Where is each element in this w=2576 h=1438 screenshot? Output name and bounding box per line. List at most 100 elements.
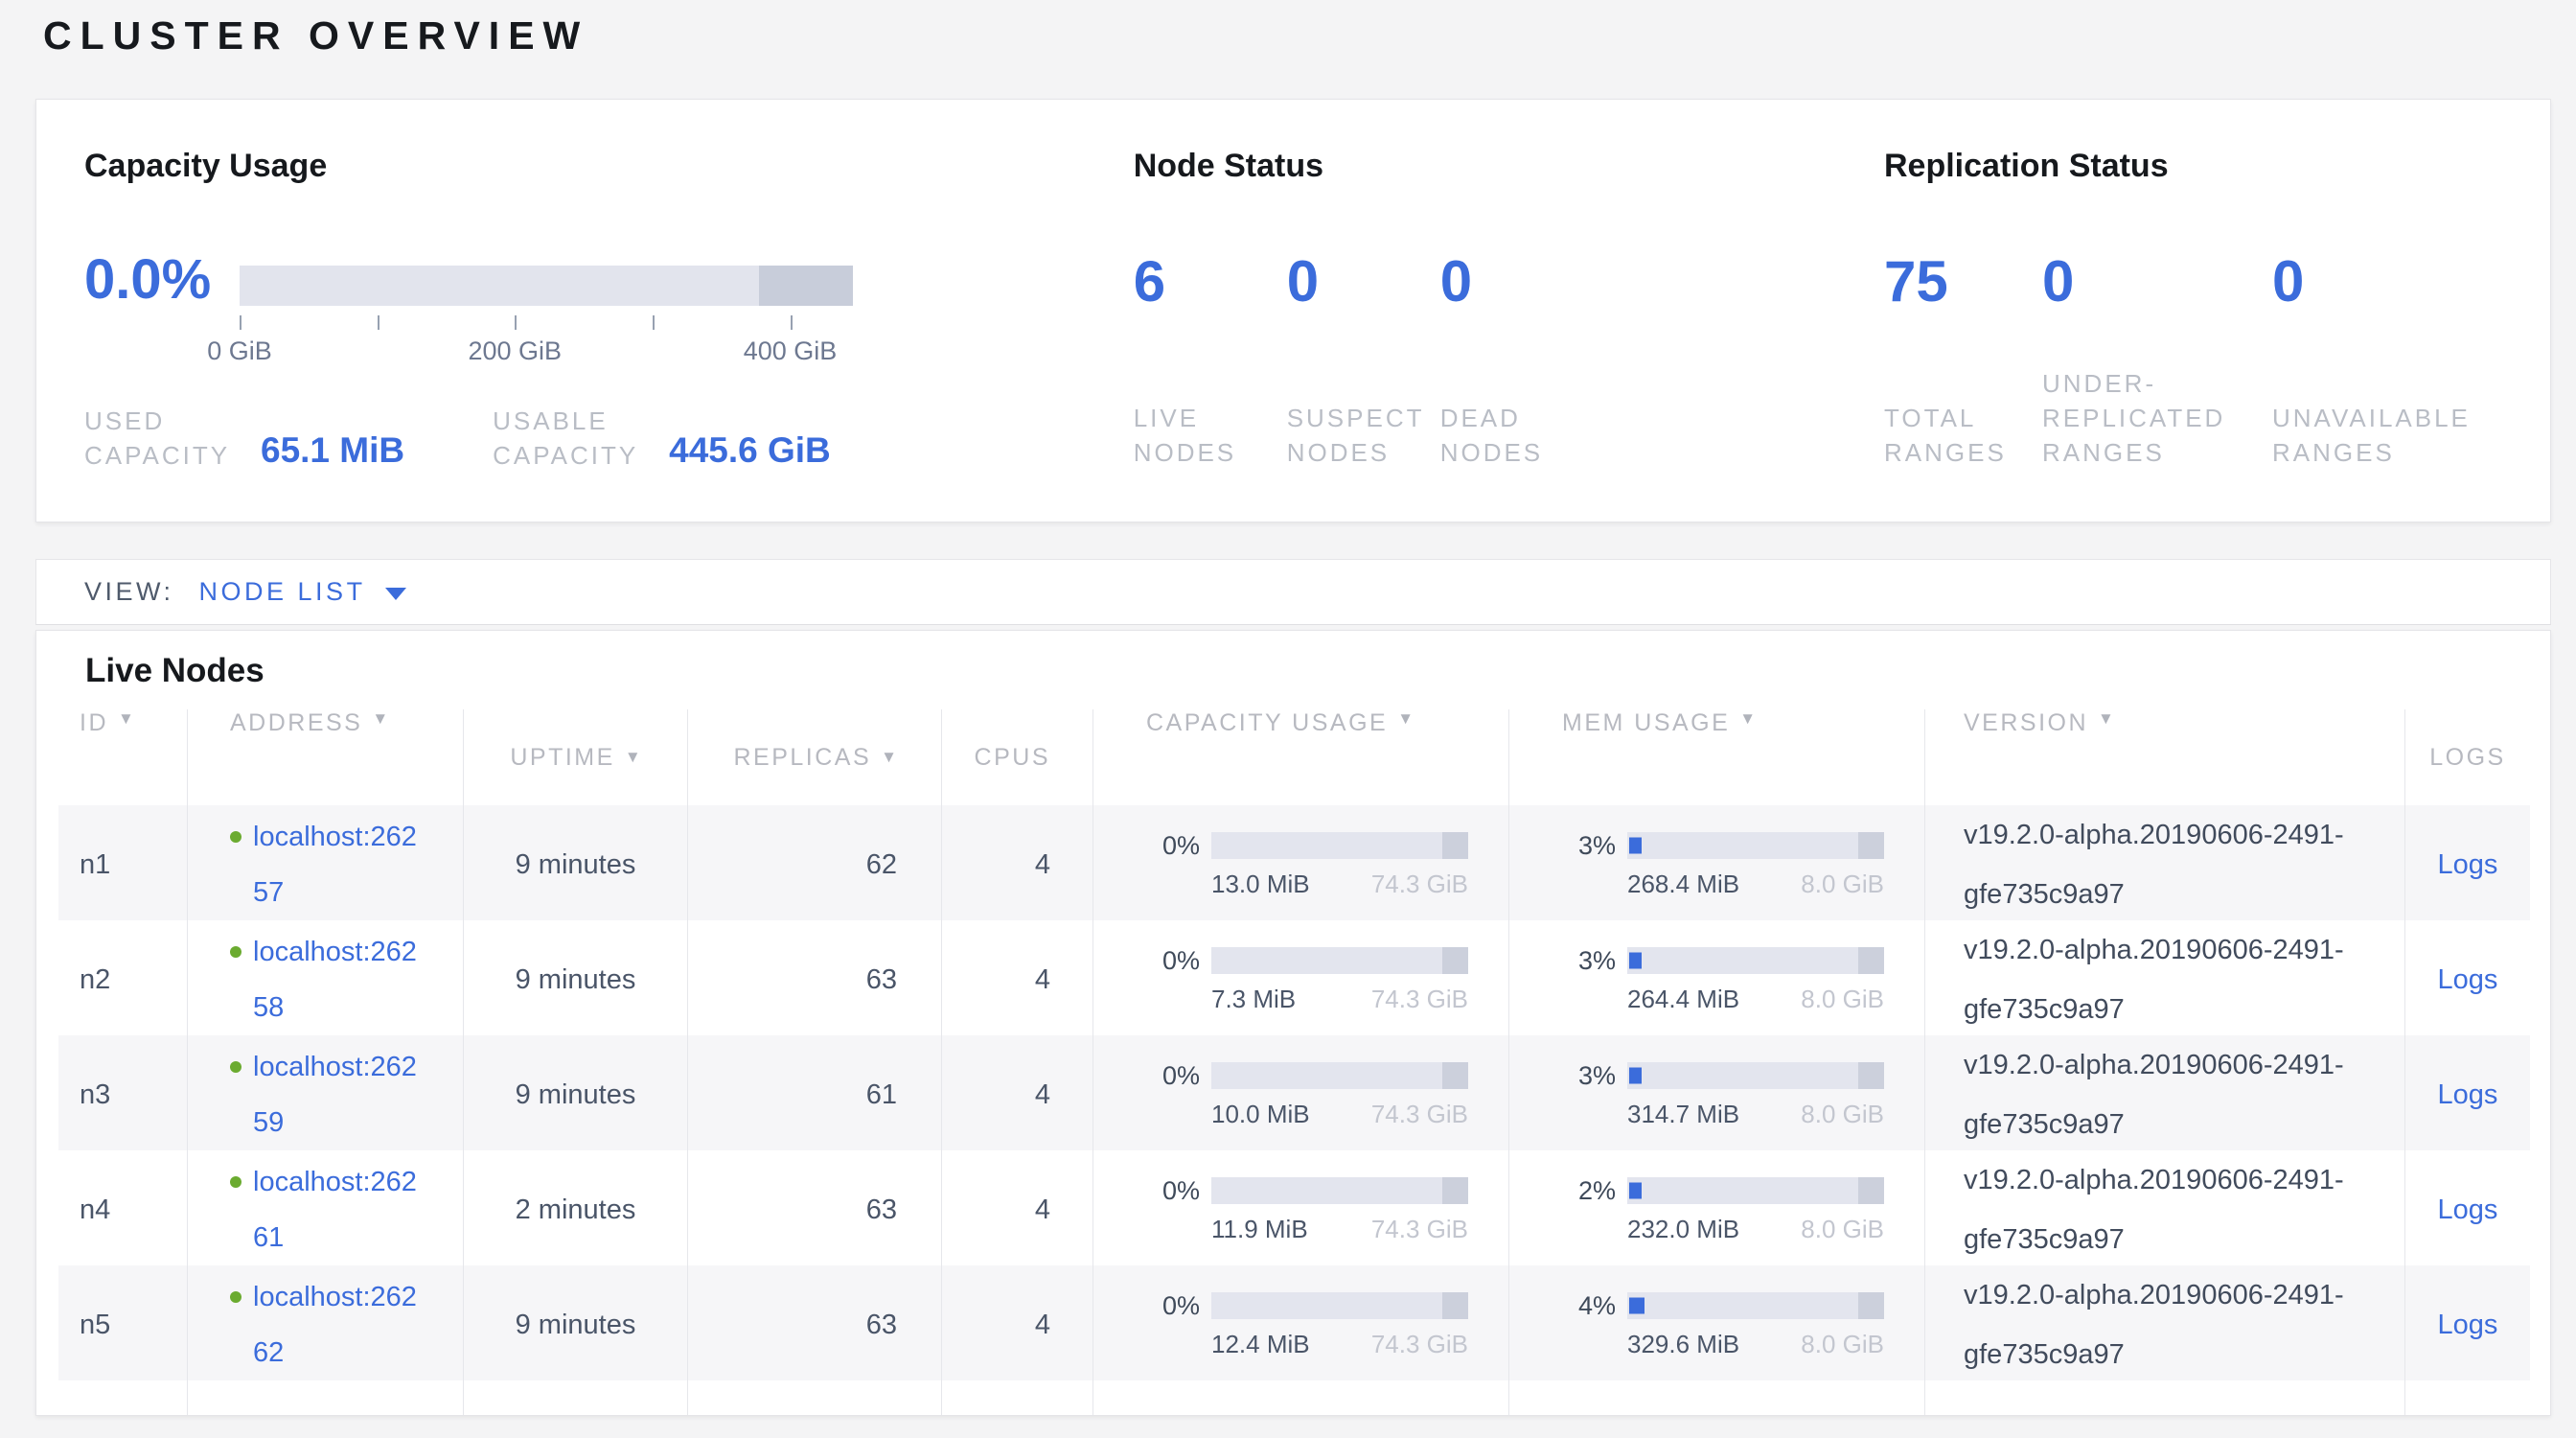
capacity-usage-cell: 0% 7.3 MiB74.3 GiB [1093, 920, 1509, 1039]
node-cpus: 4 [1035, 961, 1050, 999]
col-header-capacity-usage[interactable]: CAPACITY USAGE▼ [1093, 709, 1509, 805]
capacity-usage-cell: 0% 10.0 MiB74.3 GiB [1093, 1035, 1509, 1154]
node-address-link[interactable]: localhost:26259 [253, 1039, 426, 1150]
capacity-usage-bar [1211, 832, 1468, 859]
dead-nodes-label: DEAD NODES [1440, 401, 1594, 470]
mem-usage-cell: 3% 314.7 MiB8.0 GiB [1509, 1035, 1925, 1154]
page-title: CLUSTER OVERVIEW [43, 13, 588, 58]
node-status-title: Node Status [1134, 144, 1884, 188]
mem-usage-cell: 3% 268.4 MiB8.0 GiB [1509, 805, 1925, 924]
node-cpus: 4 [1035, 1306, 1050, 1344]
capacity-usage-section: Capacity Usage 0.0% 0 GiB 200 GiB 400 Gi… [84, 144, 1134, 477]
table-row-partial [58, 1380, 2530, 1415]
col-header-version[interactable]: VERSION▼ [1925, 709, 2405, 805]
node-live-dot-icon [230, 946, 242, 958]
col-header-logs: LOGS [2405, 709, 2530, 805]
logs-link[interactable]: Logs [2438, 1310, 2498, 1341]
node-live-dot-icon [230, 831, 242, 843]
live-nodes-value: 6 [1134, 251, 1287, 313]
node-replicas: 63 [866, 1306, 897, 1344]
node-uptime: 9 minutes [516, 846, 636, 884]
usable-capacity-label: USABLE CAPACITY [493, 404, 657, 473]
dead-nodes-stat: 0 DEAD NODES [1440, 251, 1594, 470]
live-nodes-table: ID▼ ADDRESS▼ UPTIME▼ REPLICAS▼ CPUS CAPA… [58, 709, 2530, 1415]
node-replicas: 63 [866, 1191, 897, 1229]
node-uptime: 9 minutes [516, 1306, 636, 1344]
table-row: n3 localhost:26259 9 minutes 61 4 0% 10.… [58, 1035, 2530, 1150]
capacity-gauge-bar [240, 266, 853, 306]
sort-arrow-icon: ▼ [1397, 709, 1414, 805]
node-version: v19.2.0-alpha.20190606-2491-gfe735c9a97 [1964, 920, 2358, 1039]
mem-usage-bar [1627, 1062, 1884, 1089]
capacity-usage-title: Capacity Usage [84, 144, 1134, 188]
under-replicated-ranges-stat: 0 UNDER-REPLICATED RANGES [2042, 251, 2272, 470]
col-header-id[interactable]: ID▼ [58, 709, 188, 805]
node-cpus: 4 [1035, 1076, 1050, 1114]
table-row: n5 localhost:26262 9 minutes 63 4 0% 12.… [58, 1265, 2530, 1380]
view-label: VIEW: [84, 577, 174, 607]
table-header-row: ID▼ ADDRESS▼ UPTIME▼ REPLICAS▼ CPUS CAPA… [58, 709, 2530, 805]
unavailable-ranges-value: 0 [2272, 251, 2502, 313]
view-selected-value: NODE LIST [199, 577, 366, 607]
used-capacity-label: USED CAPACITY [84, 404, 249, 473]
view-bar: VIEW: NODE LIST [35, 559, 2551, 625]
total-ranges-stat: 75 TOTAL RANGES [1884, 251, 2042, 470]
sort-arrow-icon: ▼ [372, 709, 388, 729]
col-header-mem-usage[interactable]: MEM USAGE▼ [1509, 709, 1925, 805]
under-replicated-ranges-value: 0 [2042, 251, 2272, 313]
suspect-nodes-stat: 0 SUSPECT NODES [1287, 251, 1440, 470]
axis-label: 0 GiB [207, 336, 272, 366]
capacity-usage-cell: 0% 12.4 MiB74.3 GiB [1093, 1265, 1509, 1384]
capacity-gauge-end-segment [759, 266, 853, 306]
capacity-usage-bar [1211, 1062, 1468, 1089]
mem-usage-bar [1627, 947, 1884, 974]
live-nodes-label: LIVE NODES [1134, 401, 1287, 470]
sort-arrow-icon: ▼ [118, 709, 134, 729]
node-address-link[interactable]: localhost:26261 [253, 1154, 426, 1265]
under-replicated-ranges-label: UNDER-REPLICATED RANGES [2042, 366, 2272, 470]
col-header-cpus: CPUS [942, 709, 1093, 805]
node-cpus: 4 [1035, 1191, 1050, 1229]
node-status-section: Node Status 6 LIVE NODES 0 SUSPECT NODES… [1134, 144, 1884, 477]
node-id: n3 [80, 1076, 110, 1114]
node-address-link[interactable]: localhost:26257 [253, 809, 426, 920]
usable-capacity-value: 445.6 GiB [669, 430, 831, 471]
table-row: n4 localhost:26261 2 minutes 63 4 0% 11.… [58, 1150, 2530, 1265]
node-id: n1 [80, 846, 110, 884]
logs-link[interactable]: Logs [2438, 1079, 2498, 1111]
suspect-nodes-value: 0 [1287, 251, 1440, 313]
unavailable-ranges-stat: 0 UNAVAILABLE RANGES [2272, 251, 2502, 470]
view-selector-dropdown[interactable]: NODE LIST [199, 577, 406, 607]
col-header-replicas[interactable]: REPLICAS▼ [688, 709, 942, 805]
node-live-dot-icon [230, 1061, 242, 1073]
mem-usage-bar [1627, 1292, 1884, 1319]
used-capacity-stat: USED CAPACITY 65.1 MiB [84, 404, 404, 473]
logs-link[interactable]: Logs [2438, 849, 2498, 881]
used-capacity-value: 65.1 MiB [261, 430, 404, 471]
sort-arrow-icon: ▼ [2098, 709, 2114, 729]
logs-link[interactable]: Logs [2438, 1194, 2498, 1226]
node-address-link[interactable]: localhost:26258 [253, 924, 426, 1035]
node-live-dot-icon [230, 1291, 242, 1303]
node-replicas: 63 [866, 961, 897, 999]
col-header-uptime[interactable]: UPTIME▼ [464, 709, 688, 805]
col-header-address[interactable]: ADDRESS▼ [188, 709, 464, 805]
capacity-usage-bar [1211, 1292, 1468, 1319]
table-row: n2 localhost:26258 9 minutes 63 4 0% 7.3… [58, 920, 2530, 1035]
capacity-usage-bar [1211, 1177, 1468, 1204]
node-address-link[interactable]: localhost:26262 [253, 1269, 426, 1380]
replication-status-section: Replication Status 75 TOTAL RANGES 0 UND… [1884, 144, 2502, 477]
cluster-summary-card: Capacity Usage 0.0% 0 GiB 200 GiB 400 Gi… [35, 99, 2551, 522]
axis-label: 400 GiB [744, 336, 838, 366]
live-nodes-stat: 6 LIVE NODES [1134, 251, 1287, 470]
sort-arrow-icon: ▼ [881, 748, 897, 767]
replication-status-title: Replication Status [1884, 144, 2502, 188]
node-version: v19.2.0-alpha.20190606-2491-gfe735c9a97 [1964, 1035, 2358, 1154]
live-nodes-heading: Live Nodes [85, 646, 2528, 696]
capacity-gauge: 0.0% 0 GiB 200 GiB 400 GiB [84, 251, 1134, 365]
node-id: n2 [80, 961, 110, 999]
node-uptime: 9 minutes [516, 961, 636, 999]
dead-nodes-value: 0 [1440, 251, 1594, 313]
logs-link[interactable]: Logs [2438, 964, 2498, 996]
suspect-nodes-label: SUSPECT NODES [1287, 401, 1440, 470]
